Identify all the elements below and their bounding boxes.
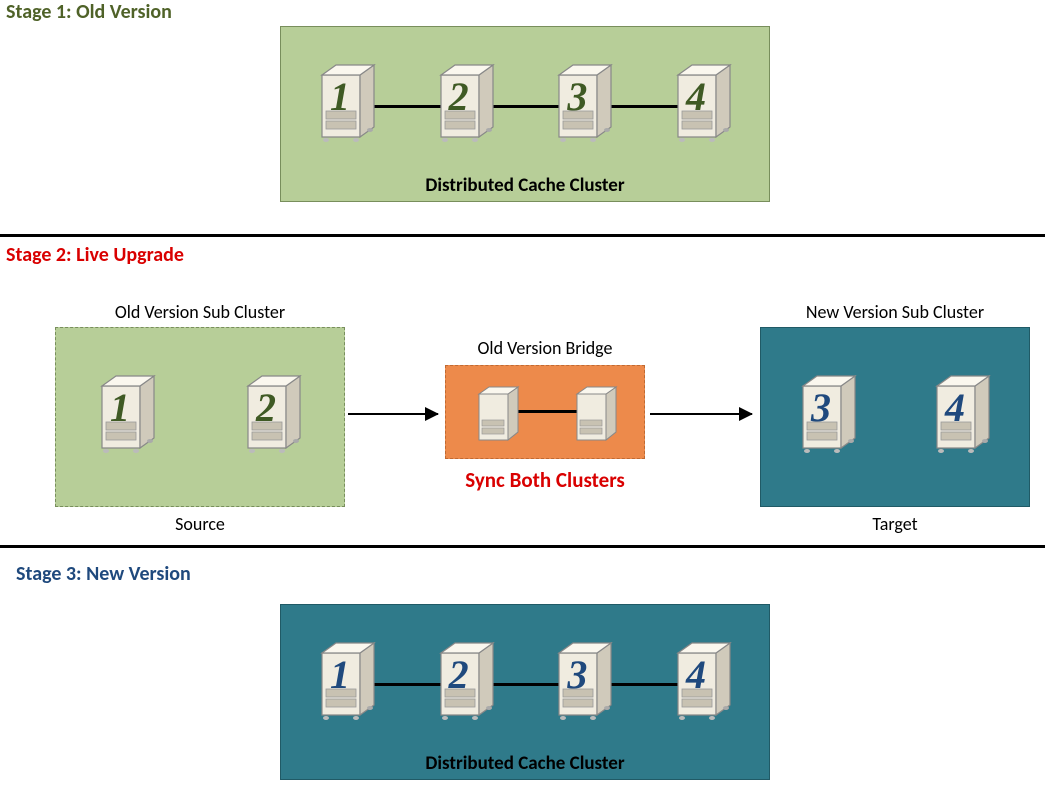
servers-row: 1 2 3 4: [316, 57, 736, 147]
stage1-cluster-label: Distributed Cache Cluster: [281, 174, 769, 197]
stage3-title-prefix: Stage 3:: [16, 562, 86, 586]
server-number: 2: [256, 384, 276, 431]
server-number: 4: [686, 73, 706, 120]
server-number: 1: [330, 651, 350, 698]
server-icon: 1: [96, 368, 160, 458]
source-label: Source: [55, 513, 345, 535]
server-number: 3: [567, 73, 587, 120]
server-icon: 4: [672, 57, 736, 147]
server-icon: 1: [316, 635, 380, 725]
new-sub-label: New Version Sub Cluster: [760, 301, 1030, 323]
bridge-label: Old Version Bridge: [440, 337, 650, 359]
stage3-cluster-label: Distributed Cache Cluster: [281, 752, 769, 775]
server-icon: 4: [672, 635, 736, 725]
stage2-title-rest: Live Upgrade: [76, 243, 184, 267]
stage3-title: Stage 3: New Version: [0, 548, 1045, 590]
server-number: 3: [567, 651, 587, 698]
arrow-icon: [650, 413, 752, 415]
stage2-title: Stage 2: Live Upgrade: [0, 237, 1045, 271]
stage1-title-prefix: Stage 1:: [6, 0, 76, 24]
server-number: 1: [330, 73, 350, 120]
server-icon: 3: [553, 635, 617, 725]
server-icon: 2: [435, 635, 499, 725]
stage1-title: Stage 1: Old Version: [0, 0, 1045, 28]
stage3-cluster-box: 1 2 3 4 Distributed Cache Cluster: [280, 604, 770, 780]
stage-2: Stage 2: Live Upgrade Old Version Sub Cl…: [0, 237, 1045, 537]
old-servers-row: 1 2: [96, 368, 306, 458]
old-sub-cluster-box: 1 2: [55, 327, 345, 507]
server-number: 1: [110, 384, 130, 431]
server-number: 3: [811, 384, 831, 431]
stage1-cluster-box: 1 2 3 4 Distributed Cache Cluster: [280, 26, 770, 202]
server-number: 2: [449, 651, 469, 698]
target-label: Target: [760, 513, 1030, 535]
stage-1: Stage 1: Old Version 1 2 3 4 Distributed…: [0, 0, 1045, 210]
server-icon: 1: [316, 57, 380, 147]
server-icon: [572, 380, 620, 444]
servers-row: 1 2 3 4: [316, 635, 736, 725]
new-servers-row: 3 4: [797, 368, 995, 458]
server-number: 4: [945, 384, 965, 431]
server-icon: 2: [242, 368, 306, 458]
sync-label: Sync Both Clusters: [440, 467, 650, 493]
server-number: 2: [449, 73, 469, 120]
server-number: 4: [686, 651, 706, 698]
new-sub-cluster-box: 3 4: [760, 327, 1030, 507]
server-icon: 3: [797, 368, 861, 458]
bridge-servers-row: [474, 380, 620, 444]
stage-3: Stage 3: New Version 1 2 3 4 Distributed…: [0, 548, 1045, 798]
server-icon: 3: [553, 57, 617, 147]
arrow-icon: [348, 413, 438, 415]
stage1-title-rest: Old Version: [76, 0, 172, 24]
stage3-title-rest: New Version: [86, 562, 191, 586]
stage2-title-prefix: Stage 2:: [6, 243, 76, 267]
server-icon: [474, 380, 522, 444]
server-icon: 2: [435, 57, 499, 147]
server-icon: 4: [931, 368, 995, 458]
bridge-box: [445, 365, 645, 459]
old-sub-label: Old Version Sub Cluster: [55, 301, 345, 323]
